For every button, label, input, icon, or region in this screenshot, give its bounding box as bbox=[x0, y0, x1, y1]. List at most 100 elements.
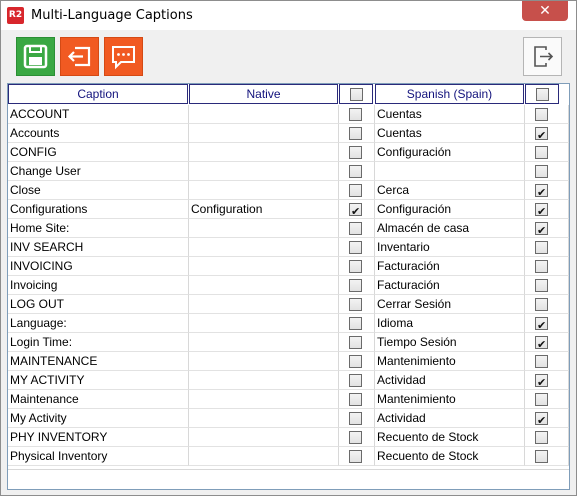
native-cell[interactable] bbox=[189, 314, 339, 333]
native-cell[interactable] bbox=[189, 181, 339, 200]
message-button[interactable] bbox=[104, 37, 143, 76]
native-checkbox[interactable] bbox=[349, 202, 362, 218]
translation-checkbox[interactable] bbox=[535, 279, 548, 292]
translation-checkbox[interactable] bbox=[535, 108, 548, 121]
native-cell[interactable] bbox=[189, 276, 339, 295]
translation-cell[interactable]: Facturación bbox=[375, 257, 525, 276]
translation-cell[interactable]: Actividad bbox=[375, 409, 525, 428]
native-checkbox[interactable] bbox=[349, 184, 362, 197]
translation-checkbox[interactable] bbox=[535, 221, 548, 237]
native-checkbox[interactable] bbox=[349, 127, 362, 140]
translation-cell[interactable]: Mantenimiento bbox=[375, 352, 525, 371]
translation-cell[interactable]: Actividad bbox=[375, 371, 525, 390]
native-checkbox[interactable] bbox=[349, 241, 362, 254]
native-checkbox[interactable] bbox=[349, 108, 362, 121]
translation-checkbox[interactable] bbox=[535, 183, 548, 199]
native-cell[interactable] bbox=[189, 390, 339, 409]
caption-cell[interactable]: CONFIG bbox=[8, 143, 189, 162]
translation-cell[interactable]: Recuento de Stock bbox=[375, 428, 525, 447]
native-checkbox[interactable] bbox=[349, 317, 362, 330]
native-checkbox[interactable] bbox=[349, 298, 362, 311]
translation-checkbox[interactable] bbox=[535, 316, 548, 332]
caption-cell[interactable]: PHY INVENTORY bbox=[8, 428, 189, 447]
caption-cell[interactable]: MAINTENANCE bbox=[8, 352, 189, 371]
caption-cell[interactable]: MY ACTIVITY bbox=[8, 371, 189, 390]
translation-cell[interactable]: Mantenimiento bbox=[375, 390, 525, 409]
caption-cell[interactable]: LOG OUT bbox=[8, 295, 189, 314]
native-cell[interactable] bbox=[189, 124, 339, 143]
native-cell[interactable] bbox=[189, 257, 339, 276]
translation-checkbox[interactable] bbox=[535, 165, 548, 178]
native-select-all-checkbox[interactable] bbox=[350, 88, 363, 101]
translation-cell[interactable]: Almacén de casa bbox=[375, 219, 525, 238]
caption-cell[interactable]: My Activity bbox=[8, 409, 189, 428]
translation-checkbox[interactable] bbox=[535, 411, 548, 427]
translation-checkbox[interactable] bbox=[535, 355, 548, 368]
native-checkbox[interactable] bbox=[349, 450, 362, 463]
translation-cell[interactable]: Inventario bbox=[375, 238, 525, 257]
native-checkbox[interactable] bbox=[349, 412, 362, 425]
exit-button[interactable] bbox=[523, 37, 562, 76]
native-cell[interactable] bbox=[189, 409, 339, 428]
caption-cell[interactable]: Change User bbox=[8, 162, 189, 181]
caption-cell[interactable]: Login Time: bbox=[8, 333, 189, 352]
translation-cell[interactable]: Configuración bbox=[375, 143, 525, 162]
native-checkbox[interactable] bbox=[349, 393, 362, 406]
translation-cell[interactable]: Cerca bbox=[375, 181, 525, 200]
native-checkbox[interactable] bbox=[349, 165, 362, 178]
native-cell[interactable]: Configuration bbox=[189, 200, 339, 219]
translation-checkbox[interactable] bbox=[535, 241, 548, 254]
translation-checkbox[interactable] bbox=[535, 202, 548, 218]
native-checkbox[interactable] bbox=[349, 146, 362, 159]
translation-checkbox[interactable] bbox=[535, 335, 548, 351]
translation-checkbox[interactable] bbox=[535, 393, 548, 406]
native-cell[interactable] bbox=[189, 352, 339, 371]
native-cell[interactable] bbox=[189, 447, 339, 466]
translation-cell[interactable]: Cuentas bbox=[375, 105, 525, 124]
translation-cell[interactable]: Idioma bbox=[375, 314, 525, 333]
translation-cell[interactable]: Facturación bbox=[375, 276, 525, 295]
save-button[interactable] bbox=[16, 37, 55, 76]
language-column-header[interactable]: Spanish (Spain) bbox=[375, 84, 524, 104]
caption-cell[interactable]: Home Site: bbox=[8, 219, 189, 238]
translation-checkbox[interactable] bbox=[535, 126, 548, 142]
caption-cell[interactable]: Invoicing bbox=[8, 276, 189, 295]
native-cell[interactable] bbox=[189, 162, 339, 181]
caption-cell[interactable]: Close bbox=[8, 181, 189, 200]
caption-cell[interactable]: Maintenance bbox=[8, 390, 189, 409]
language-select-all-checkbox[interactable] bbox=[536, 88, 549, 101]
translation-checkbox[interactable] bbox=[535, 146, 548, 159]
native-cell[interactable] bbox=[189, 295, 339, 314]
caption-cell[interactable]: Accounts bbox=[8, 124, 189, 143]
native-cell[interactable] bbox=[189, 428, 339, 447]
caption-cell[interactable]: Configurations bbox=[8, 200, 189, 219]
translation-cell[interactable]: Configuración bbox=[375, 200, 525, 219]
native-cell[interactable] bbox=[189, 143, 339, 162]
caption-cell[interactable]: Language: bbox=[8, 314, 189, 333]
translation-checkbox[interactable] bbox=[535, 431, 548, 444]
translation-cell[interactable]: Tiempo Sesión bbox=[375, 333, 525, 352]
native-cell[interactable] bbox=[189, 105, 339, 124]
native-cell[interactable] bbox=[189, 219, 339, 238]
caption-cell[interactable]: INVOICING bbox=[8, 257, 189, 276]
translation-checkbox[interactable] bbox=[535, 373, 548, 389]
translation-cell[interactable] bbox=[375, 162, 525, 181]
native-checkbox[interactable] bbox=[349, 431, 362, 444]
caption-cell[interactable]: Physical Inventory bbox=[8, 447, 189, 466]
native-cell[interactable] bbox=[189, 333, 339, 352]
native-cell[interactable] bbox=[189, 238, 339, 257]
translation-cell[interactable]: Recuento de Stock bbox=[375, 447, 525, 466]
translation-cell[interactable]: Cerrar Sesión bbox=[375, 295, 525, 314]
native-checkbox[interactable] bbox=[349, 336, 362, 349]
export-button[interactable] bbox=[60, 37, 99, 76]
native-checkbox[interactable] bbox=[349, 355, 362, 368]
caption-column-header[interactable]: Caption bbox=[8, 84, 188, 104]
translation-checkbox[interactable] bbox=[535, 260, 548, 273]
native-column-header[interactable]: Native bbox=[189, 84, 338, 104]
caption-cell[interactable]: ACCOUNT bbox=[8, 105, 189, 124]
native-cell[interactable] bbox=[189, 371, 339, 390]
native-checkbox[interactable] bbox=[349, 374, 362, 387]
close-button[interactable]: ✕ bbox=[522, 1, 568, 21]
native-checkbox[interactable] bbox=[349, 222, 362, 235]
translation-checkbox[interactable] bbox=[535, 450, 548, 463]
